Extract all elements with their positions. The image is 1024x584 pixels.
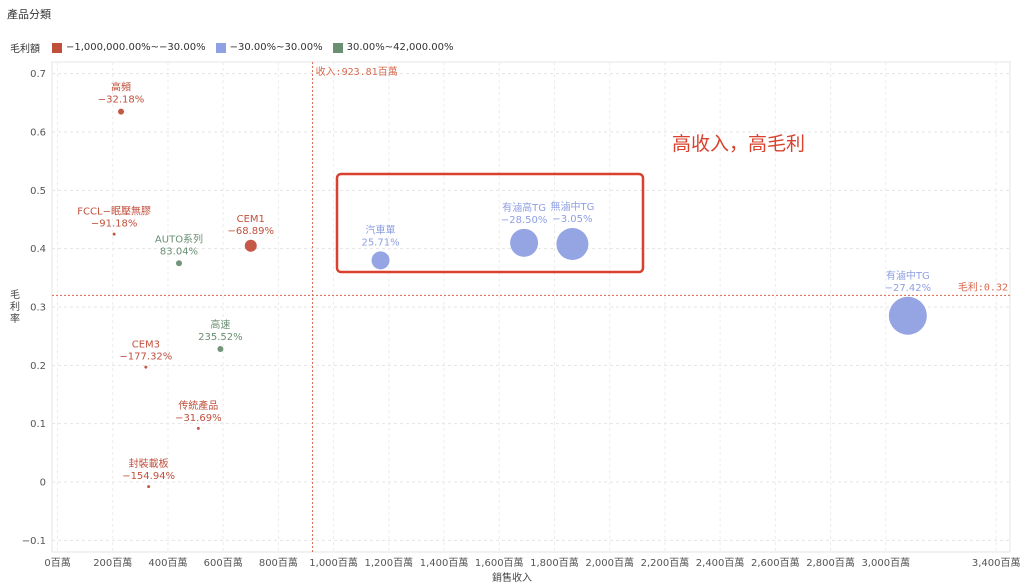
point-name-label: CEM1 xyxy=(237,214,265,225)
x-tick-label: 800百萬 xyxy=(259,556,298,569)
data-point xyxy=(244,239,257,252)
y-tick-label: 0.2 xyxy=(30,361,46,372)
x-tick-label: 2,200百萬 xyxy=(641,556,690,569)
annotation-text: 高收入，高毛利 xyxy=(672,133,805,155)
x-tick-label: 200百萬 xyxy=(93,556,132,569)
point-name-label: 高頻 xyxy=(111,81,131,94)
point-name-label: 無滷中TG xyxy=(550,200,594,213)
x-tick-label: 3,000百萬 xyxy=(861,556,910,569)
point-value-label: −27.42% xyxy=(885,283,932,294)
point-name-label: 传統產品 xyxy=(178,399,218,412)
x-tick-label: 1,600百萬 xyxy=(475,556,524,569)
y-tick-label: 0 xyxy=(40,478,46,489)
point-name-label: 封裝載板 xyxy=(129,457,169,470)
y-tick-label: −0.1 xyxy=(22,536,46,547)
data-point xyxy=(147,485,151,489)
x-tick-label: 600百萬 xyxy=(204,556,243,569)
data-point xyxy=(175,260,182,267)
data-point xyxy=(112,232,116,236)
point-name-label: 汽車單 xyxy=(366,223,396,236)
data-point xyxy=(196,426,200,430)
y-tick-label: 0.7 xyxy=(30,69,46,80)
y-axis-label: 毛利率 xyxy=(10,290,20,325)
plot-area xyxy=(51,61,1011,553)
point-name-label: CEM3 xyxy=(132,340,160,351)
point-value-label: −31.69% xyxy=(175,413,222,424)
y-tick-label: 0.1 xyxy=(30,419,46,430)
data-point xyxy=(510,228,539,257)
point-name-label: AUTO系列 xyxy=(155,232,203,245)
x-tick-label: 400百萬 xyxy=(148,556,187,569)
x-tick-label: 2,800百萬 xyxy=(806,556,855,569)
point-name-label: 有滷高TG xyxy=(502,201,546,214)
data-point xyxy=(118,108,125,115)
x-tick-label: 2,600百萬 xyxy=(751,556,800,569)
x-tick-label: 1,800百萬 xyxy=(530,556,579,569)
y-tick-label: 0.4 xyxy=(30,244,46,255)
data-point xyxy=(217,346,224,352)
point-value-label: 25.71% xyxy=(361,237,399,248)
x-reference-label: 收入:923.81百萬 xyxy=(316,65,398,78)
x-tick-label: 2,000百萬 xyxy=(585,556,634,569)
point-value-label: −177.32% xyxy=(119,352,172,363)
x-tick-label: 1,000百萬 xyxy=(309,556,358,569)
point-name-label: FCCL−眠壓無膠 xyxy=(77,205,151,218)
point-value-label: −32.18% xyxy=(98,95,145,106)
point-value-label: −154.94% xyxy=(122,471,175,482)
data-point xyxy=(556,228,589,260)
x-tick-label: 0百萬 xyxy=(44,556,70,569)
data-point xyxy=(888,296,927,335)
point-value-label: −91.18% xyxy=(91,219,138,230)
x-tick-label: 1,400百萬 xyxy=(420,556,469,569)
y-tick-label: 0.6 xyxy=(30,128,46,139)
point-value-label: −68.89% xyxy=(228,226,275,237)
y-tick-label: 0.5 xyxy=(30,186,46,197)
point-name-label: 有滷中TG xyxy=(886,269,930,282)
point-value-label: 83.04% xyxy=(160,246,198,257)
data-point xyxy=(371,251,390,270)
point-value-label: 235.52% xyxy=(198,332,243,343)
point-value-label: −28.50% xyxy=(501,215,548,226)
x-tick-label: 3,400百萬 xyxy=(972,556,1021,569)
y-tick-label: 0.3 xyxy=(30,303,46,314)
x-tick-label: 1,200百萬 xyxy=(364,556,413,569)
x-tick-label: 2,400百萬 xyxy=(696,556,745,569)
y-reference-label: 毛利:0.32 xyxy=(958,281,1008,293)
data-point xyxy=(144,365,148,369)
x-axis-label: 銷售收入 xyxy=(492,573,532,584)
scatter-chart: −0.1 0 0.1 0.2 0.3 0.4 0.5 0.6 0.7 0百萬 200百萬 400百萬 6… xyxy=(22,61,1021,569)
point-value-label: −3.05% xyxy=(552,214,592,225)
point-name-label: 高速 xyxy=(210,318,230,331)
